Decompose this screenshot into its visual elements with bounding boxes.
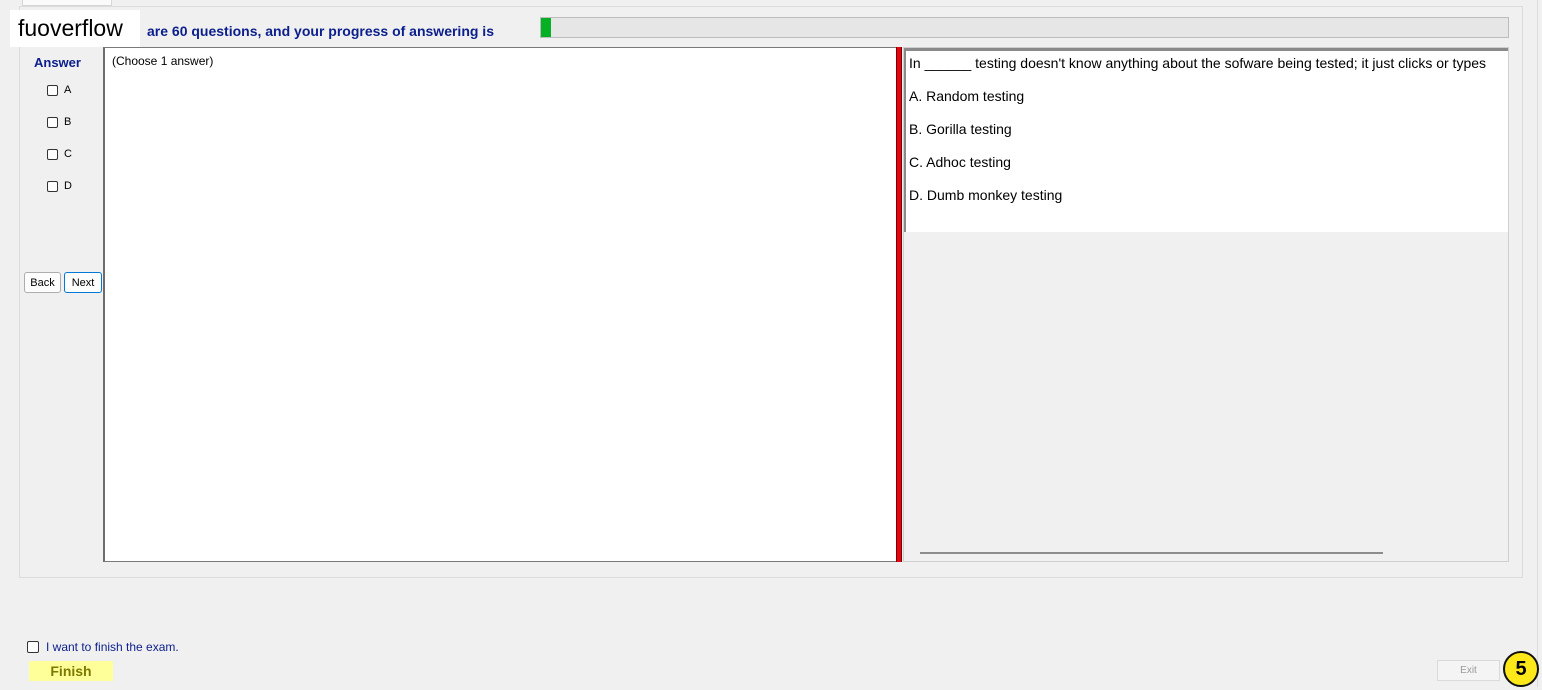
finish-button[interactable]: Finish xyxy=(29,661,113,681)
answer-option-label: C xyxy=(64,148,72,160)
question-choice-c: C. Adhoc testing xyxy=(909,154,1011,170)
answer-checkbox-c[interactable] xyxy=(47,148,58,160)
question-text-box: In ______ testing doesn't know anything … xyxy=(904,48,1508,232)
answer-checkbox-a[interactable] xyxy=(47,84,58,96)
next-button[interactable]: Next xyxy=(64,272,102,293)
question-choice-b: B. Gorilla testing xyxy=(909,121,1012,137)
back-button[interactable]: Back xyxy=(24,272,61,293)
exit-button[interactable]: Exit xyxy=(1437,660,1500,681)
number-badge: 5 xyxy=(1503,651,1539,687)
answer-heading: Answer xyxy=(34,55,81,70)
answer-option-b[interactable]: B xyxy=(47,115,71,129)
watermark-label: fuoverflow xyxy=(10,10,140,47)
answer-checkbox-b[interactable] xyxy=(47,116,58,128)
finish-exam-checkbox[interactable]: I want to finish the exam. xyxy=(27,640,179,654)
progress-bar xyxy=(540,17,1509,38)
answer-option-a[interactable]: A xyxy=(47,83,71,97)
panel-splitter[interactable] xyxy=(896,47,902,562)
answer-checkbox-d[interactable] xyxy=(47,180,58,192)
answer-option-label: B xyxy=(64,116,72,128)
choose-instruction: (Choose 1 answer) xyxy=(112,54,214,68)
horizontal-scrollbar[interactable] xyxy=(904,544,1508,561)
scrollbar-thumb[interactable] xyxy=(920,552,1383,554)
answer-option-d[interactable]: D xyxy=(47,179,72,193)
progress-text: are 60 questions, and your progress of a… xyxy=(147,23,494,39)
answer-text-area[interactable]: (Choose 1 answer) xyxy=(103,47,897,562)
answer-option-c[interactable]: C xyxy=(47,147,72,161)
question-text: In ______ testing doesn't know anything … xyxy=(909,55,1487,71)
question-panel: In ______ testing doesn't know anything … xyxy=(903,47,1509,562)
answer-option-label: A xyxy=(64,84,72,96)
question-choice-d: D. Dumb monkey testing xyxy=(909,187,1063,203)
finish-checkbox-label: I want to finish the exam. xyxy=(46,640,179,654)
finish-checkbox[interactable] xyxy=(27,641,39,653)
question-choice-a: A. Random testing xyxy=(909,88,1025,104)
answer-option-label: D xyxy=(64,180,72,192)
progress-bar-fill xyxy=(541,18,551,37)
